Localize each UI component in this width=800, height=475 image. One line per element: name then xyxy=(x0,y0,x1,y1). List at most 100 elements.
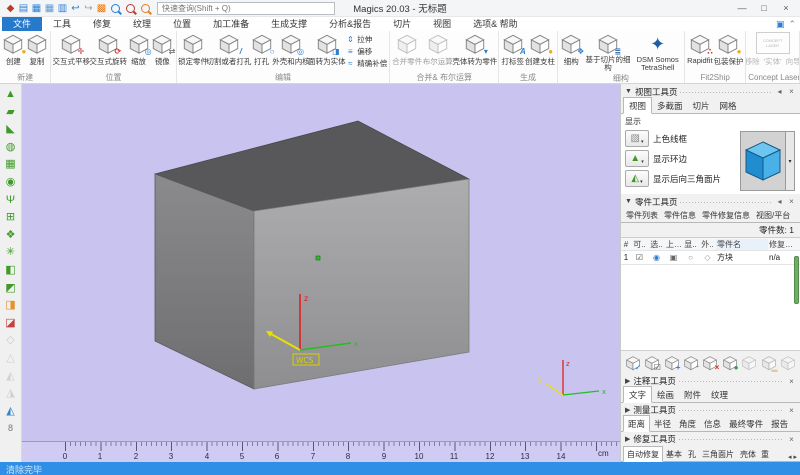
ribbon-item-mirror[interactable]: ⇄ 镜像 xyxy=(151,32,174,68)
ribbon-item-create-strut[interactable]: ● 创建支柱 xyxy=(525,32,555,68)
ribbon-item-face-to-solid[interactable]: ◨ 面转为实体 xyxy=(309,32,344,68)
tab-attachment[interactable]: 附件 xyxy=(679,387,706,402)
tab-basic[interactable]: 基本 xyxy=(663,447,685,461)
ribbon-item-rapidfit[interactable]: ∴ Rapidfit xyxy=(687,32,713,66)
triangle-tool-disabled-1[interactable]: △ xyxy=(2,350,20,368)
tab-auto-fix[interactable]: 自动修复 xyxy=(623,446,663,462)
ring-edges-button[interactable]: ▲▾ xyxy=(625,150,649,167)
row-shaded-icon[interactable]: ▣ xyxy=(665,253,682,262)
fix-toolpage-header[interactable]: ▶ 修复工具页 × xyxy=(621,432,800,446)
ribbon-item-merge-parts[interactable]: 合并零件 xyxy=(392,32,422,68)
pin-icon[interactable]: ◂ xyxy=(775,197,784,206)
window-select-tool[interactable]: ⊞ xyxy=(2,209,20,227)
backface-triangles-button[interactable]: ◭▾ xyxy=(625,170,649,187)
scrollbar-thumb[interactable] xyxy=(794,256,799,304)
select-parts-icon[interactable]: ✓ xyxy=(624,353,641,373)
tab-grid[interactable]: 网格 xyxy=(715,98,742,113)
option-backface-triangles[interactable]: ◭▾ 显示后向三角面片 xyxy=(625,170,736,187)
search-icon[interactable] xyxy=(141,4,150,13)
collapsed-arrow-icon[interactable]: ▶ xyxy=(625,435,630,443)
row-visible-checkbox[interactable]: ☑ xyxy=(631,253,648,262)
tab-overlap[interactable]: 重 xyxy=(759,447,771,461)
menu-tab-view[interactable]: 视图 xyxy=(422,17,462,31)
close-panel-icon[interactable]: × xyxy=(787,197,796,206)
triangle-tool-disabled-3[interactable]: ◮ xyxy=(2,385,20,403)
selection-settings-icon[interactable]: ☑ xyxy=(643,353,660,373)
collapse-ribbon-icon[interactable]: ⌃ xyxy=(788,19,796,30)
menu-tab-texture[interactable]: 纹理 xyxy=(122,17,162,31)
ribbon-item-remove[interactable]: 移除 xyxy=(746,56,759,67)
ribbon-item-dsm-tetrashell[interactable]: ✦ DSM Somos TetraShell xyxy=(633,32,682,73)
tab-final-part[interactable]: 最终零件 xyxy=(725,416,767,431)
col-index[interactable]: # xyxy=(621,240,631,249)
open-file-icon[interactable]: ▤ xyxy=(17,1,30,16)
ribbon-item-interactive-translate[interactable]: ✛ 交互式平移 xyxy=(53,32,89,68)
menu-tab-support[interactable]: 生成支撑 xyxy=(260,17,318,31)
row-status-icon[interactable]: ○ xyxy=(682,253,699,262)
ribbon-item-boolean[interactable]: 布尔运算 xyxy=(423,32,453,68)
zoom-selection-icon[interactable] xyxy=(126,4,135,13)
close-panel-icon[interactable]: × xyxy=(787,87,796,96)
tabs-scroll-right-icon[interactable]: ▸ xyxy=(792,453,798,461)
ribbon-item-copy[interactable]: 复制 xyxy=(26,32,49,68)
close-panel-icon[interactable]: × xyxy=(787,377,796,386)
option-ring-edges[interactable]: ▲▾ 显示环边 xyxy=(625,150,736,167)
tab-part-list[interactable]: 零件列表 xyxy=(623,208,661,222)
shaded-wireframe-button[interactable]: ▧▾ xyxy=(625,130,649,147)
tab-report[interactable]: 报告 xyxy=(767,416,792,431)
redo-icon[interactable]: ↪ xyxy=(82,1,95,16)
preview-dropdown[interactable]: ▾ xyxy=(786,131,795,191)
cube-top-select-tool[interactable]: ◧ xyxy=(2,262,20,280)
close-button[interactable]: × xyxy=(776,2,796,15)
ribbon-item-packaging[interactable]: ● 包装保护 xyxy=(714,32,744,68)
tab-radius[interactable]: 半径 xyxy=(650,416,675,431)
tab-holes[interactable]: 孔 xyxy=(685,447,699,461)
minimize-button[interactable]: — xyxy=(732,2,752,15)
mark-plane-tool[interactable]: ▰ xyxy=(2,104,20,122)
menu-tab-slice[interactable]: 切片 xyxy=(382,17,422,31)
cube-marked-select-tool[interactable]: ◪ xyxy=(2,315,20,333)
cube-orange-select-tool[interactable]: ◨ xyxy=(2,297,20,315)
ribbon-item-create[interactable]: ● 创建 xyxy=(2,32,25,68)
tab-texture[interactable]: 纹理 xyxy=(706,387,733,402)
ribbon-item-compensation[interactable]: ≈ 精确补偿 xyxy=(345,58,387,69)
cube-clear-select-tool[interactable]: ◇ xyxy=(2,332,20,350)
col-selected[interactable]: 选.. xyxy=(648,239,665,250)
collapsed-arrow-icon[interactable]: ▶ xyxy=(625,377,630,385)
option-shaded-wireframe[interactable]: ▧▾ 上色线框 xyxy=(625,130,736,147)
ribbon-item-lock-part[interactable]: 锁定零件 xyxy=(179,32,208,68)
menu-tab-build-prep[interactable]: 加工准备 xyxy=(202,17,260,31)
menu-tab-fix[interactable]: 修复 xyxy=(82,17,122,31)
ribbon-item-cut-or-punch[interactable]: / 切割或者打孔 xyxy=(208,32,249,68)
clover-select-tool[interactable]: ❖ xyxy=(2,227,20,245)
mark-surface-tool[interactable]: ◣ xyxy=(2,121,20,139)
ribbon-item-interactive-rotate[interactable]: ⟳ 交互式旋转 xyxy=(90,32,126,68)
ribbon-item-label-tag[interactable]: A 打标签 xyxy=(501,32,524,68)
save-icon[interactable]: ▦ xyxy=(30,1,43,16)
tab-draw[interactable]: 绘画 xyxy=(652,387,679,402)
tab-part-info[interactable]: 零件信息 xyxy=(661,208,699,222)
tab-distance[interactable]: 距离 xyxy=(623,415,650,432)
cube-faces-select-tool[interactable]: ◩ xyxy=(2,280,20,298)
duplicate-parts-icon[interactable]: ⁺ xyxy=(682,353,699,373)
ribbon-item-shell-core[interactable]: ◎ 外壳和内核 xyxy=(274,32,309,68)
pin-icon[interactable]: ◂ xyxy=(775,87,784,96)
zoom-in-icon[interactable] xyxy=(111,4,120,13)
merge-parts-icon[interactable]: ● xyxy=(721,353,738,373)
ribbon-item-shell-to-part[interactable]: ▾ 壳体转为零件 xyxy=(454,32,497,68)
ribbon-item-extrude[interactable]: ⇕ 拉伸 xyxy=(345,34,387,45)
col-shaded[interactable]: 上… xyxy=(665,239,682,250)
tab-part-fix-info[interactable]: 零件修复信息 xyxy=(699,208,753,222)
fix-wizard-tool[interactable]: ◭ xyxy=(2,403,20,421)
col-part-name[interactable]: 零件名 xyxy=(716,239,768,250)
group-parts-icon[interactable] xyxy=(780,353,797,373)
tab-text[interactable]: 文字 xyxy=(623,386,652,403)
menu-tab-file[interactable]: 文件 xyxy=(2,17,42,31)
ribbon-item-punch-hole[interactable]: ○ 打孔 xyxy=(250,32,272,68)
col-status[interactable]: 显.. xyxy=(682,239,699,250)
save-as-icon[interactable]: ▦ xyxy=(43,1,56,16)
new-scene-icon[interactable]: ◆ xyxy=(4,1,17,16)
ribbon-item-structures[interactable]: ❖ 细构 xyxy=(560,32,583,68)
tab-angle[interactable]: 角度 xyxy=(675,416,700,431)
ribbon-item-wizard[interactable]: 向导 xyxy=(786,56,800,67)
